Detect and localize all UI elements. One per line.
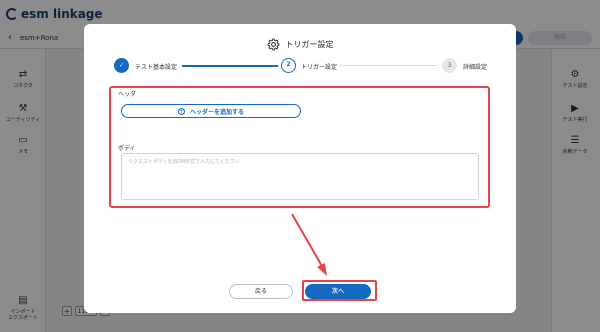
step-1-check-icon: ✓ [114, 58, 129, 73]
modal-title: トリガー設定 [285, 39, 334, 49]
highlight-frame-next-button [302, 280, 377, 301]
back-button[interactable]: 戻る [229, 284, 293, 299]
step-3-label: 詳細設定 [463, 64, 488, 71]
step-connector-done [182, 65, 278, 67]
highlight-frame-settings [109, 86, 490, 208]
modal-header: トリガー設定 [84, 35, 516, 53]
gear-icon [267, 38, 279, 50]
step-connector-todo [339, 65, 437, 66]
step-1-label: テスト基本設定 [135, 64, 178, 71]
step-2-indicator: 2 [281, 58, 296, 73]
step-2-label: トリガー設定 [301, 64, 338, 71]
step-3-indicator: 3 [442, 58, 457, 73]
